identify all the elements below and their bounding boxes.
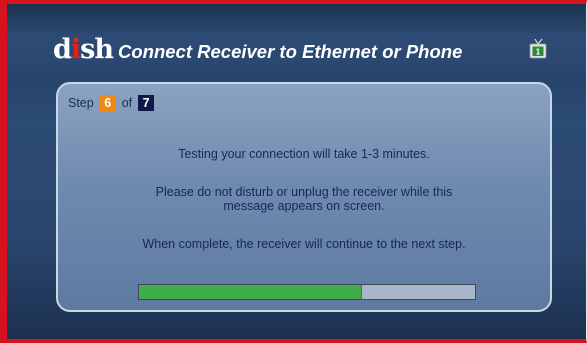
progress-fill xyxy=(139,285,362,299)
message-testing: Testing your connection will take 1-3 mi… xyxy=(178,147,430,161)
message-complete: When complete, the receiver will continu… xyxy=(142,237,466,251)
message-warning-line1: Please do not disturb or unplug the rece… xyxy=(155,185,453,199)
progress-bar xyxy=(138,284,476,300)
step-label: Step xyxy=(68,96,94,110)
logo-letters-sh: sh xyxy=(80,34,114,65)
logo-letter-i: i xyxy=(70,34,81,65)
page-title: Connect Receiver to Ethernet or Phone xyxy=(118,41,463,62)
tv-icon: 1 xyxy=(529,38,547,59)
tv-icon-channel: 1 xyxy=(536,48,541,57)
header-bar: dish Connect Receiver to Ethernet or Pho… xyxy=(7,4,586,74)
message-warning-line2: message appears on screen. xyxy=(223,199,385,213)
step-indicator: Step 6 of 7 xyxy=(68,94,155,112)
logo-letter-d: d xyxy=(53,34,72,65)
step-of-label: of xyxy=(121,96,133,110)
message-warning: Please do not disturb or unplug the rece… xyxy=(68,185,540,213)
step-total-badge: 7 xyxy=(138,95,155,111)
step-current-badge: 6 xyxy=(99,95,116,111)
message-panel: Step 6 of 7 Testing your connection will… xyxy=(56,82,552,312)
screen-frame: dish Connect Receiver to Ethernet or Pho… xyxy=(0,0,587,343)
dish-logo: dish xyxy=(53,34,114,65)
